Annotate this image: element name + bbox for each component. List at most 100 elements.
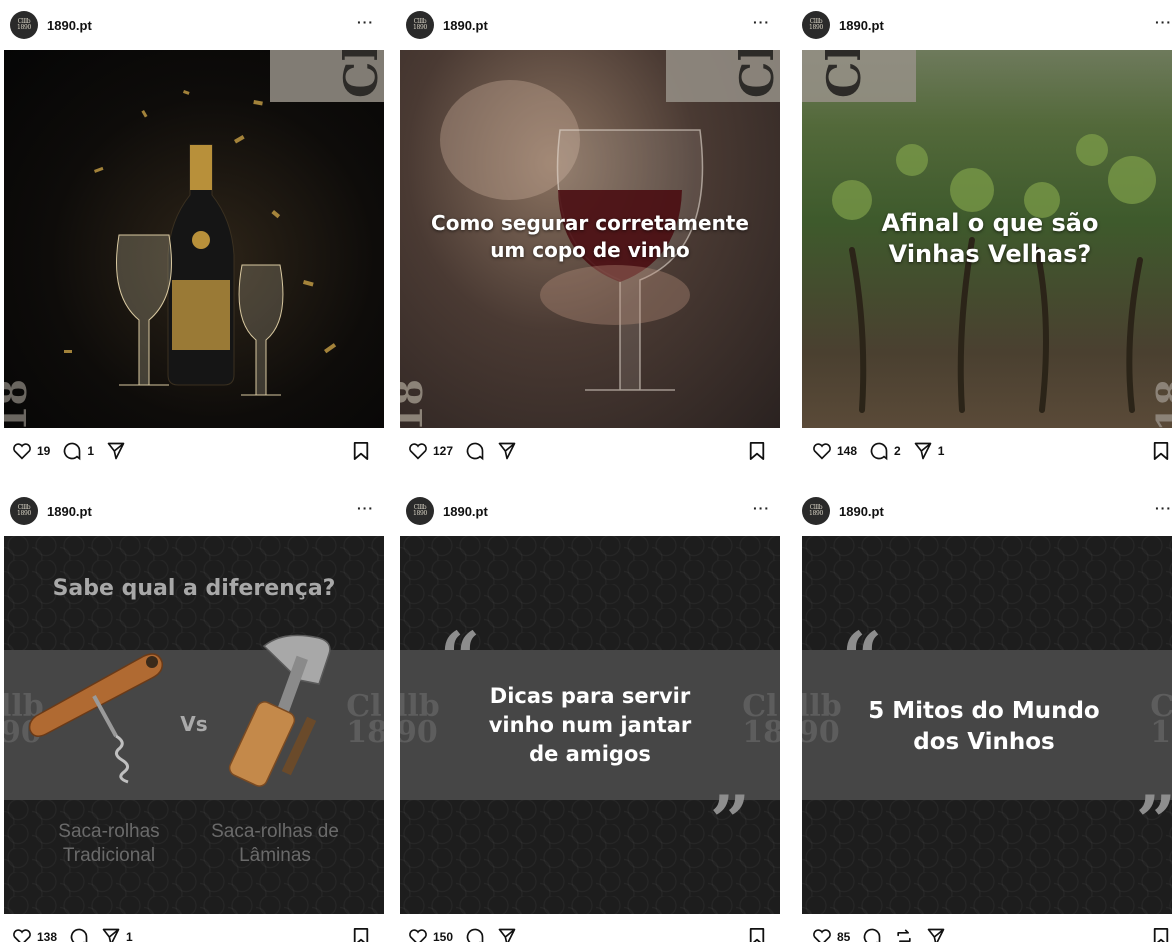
- like-count: 150: [433, 930, 454, 942]
- share-button[interactable]: [497, 441, 517, 461]
- avatar-text: 1890: [16, 510, 32, 517]
- avatar-text: 1890: [412, 510, 428, 517]
- comment-icon: [466, 928, 484, 942]
- comment-icon: [70, 928, 88, 942]
- share-button[interactable]: [106, 441, 131, 461]
- share-button[interactable]: 1: [913, 441, 945, 461]
- avatar-text: 1890: [808, 510, 824, 517]
- post-image[interactable]: Cl Afinal o que são Vinhas Velhas? 18: [802, 50, 1172, 428]
- more-options-icon[interactable]: ···: [753, 14, 770, 30]
- more-options-icon[interactable]: ···: [1155, 14, 1172, 30]
- bookmark-icon: [1153, 928, 1169, 942]
- comment-button[interactable]: 2: [869, 441, 901, 461]
- username[interactable]: 1890.pt: [47, 504, 92, 519]
- like-button[interactable]: 150: [408, 928, 453, 942]
- brand-logo: 18: [400, 379, 431, 428]
- save-button[interactable]: [1152, 441, 1170, 465]
- share-button[interactable]: 1: [101, 927, 133, 942]
- like-count: 19: [37, 444, 51, 458]
- like-button[interactable]: 138: [12, 928, 57, 942]
- username[interactable]: 1890.pt: [839, 18, 884, 33]
- send-icon: [498, 442, 516, 460]
- comment-count: 1: [87, 444, 95, 458]
- share-count: 1: [937, 444, 945, 458]
- save-button[interactable]: [1152, 927, 1170, 942]
- comment-button[interactable]: [465, 441, 485, 461]
- right-item-label: Saca-rolhas de Lâminas: [211, 821, 339, 866]
- save-button[interactable]: [748, 441, 766, 465]
- post-card: Clllb 1890 1890.pt ··· Cl Como segurar c…: [396, 0, 780, 474]
- heart-icon: [813, 929, 831, 942]
- post-image[interactable]: Cl 18: [4, 50, 384, 428]
- share-button[interactable]: [497, 927, 517, 942]
- post-image[interactable]: Sabe qual a diferença? llb 90 Cl 18 Vs S…: [4, 536, 384, 914]
- comment-button[interactable]: 1: [62, 441, 94, 461]
- bookmark-icon: [749, 928, 765, 942]
- left-item-label: Saca-rolhas Tradicional: [58, 821, 160, 866]
- logo-text: 18: [1147, 379, 1172, 428]
- logo-text: 18: [400, 379, 431, 428]
- like-count: 85: [837, 930, 851, 942]
- post-header: Clllb 1890 1890.pt ···: [396, 486, 780, 536]
- post-title: Dicas para servir vinho num jantar de am…: [488, 684, 692, 766]
- username[interactable]: 1890.pt: [443, 18, 488, 33]
- repost-button[interactable]: [894, 927, 914, 942]
- post-title: 5 Mitos do Mundo dos Vinhos: [868, 698, 1100, 755]
- more-options-icon[interactable]: ···: [753, 500, 770, 516]
- champagne-illustration: [64, 89, 337, 396]
- more-options-icon[interactable]: ···: [357, 500, 374, 516]
- save-button[interactable]: [352, 441, 370, 465]
- post-card: Clllb 1890 1890.pt ··· “ ” llb 90 Cl 18 …: [396, 486, 780, 942]
- avatar[interactable]: Clllb 1890: [10, 497, 38, 525]
- username[interactable]: 1890.pt: [47, 18, 92, 33]
- like-button[interactable]: 148: [812, 442, 857, 460]
- heart-icon: [13, 929, 31, 942]
- avatar-text: 1890: [16, 24, 32, 31]
- comment-button[interactable]: [69, 927, 89, 942]
- heart-icon: [409, 443, 427, 460]
- corkscrew-traditional-illustration: [28, 653, 164, 784]
- repost-icon: [897, 929, 912, 942]
- post-card: Clllb 1890 1890.pt ··· Cl 18 19 1: [0, 0, 384, 474]
- brand-logo: 18: [1148, 379, 1172, 428]
- like-button[interactable]: 85: [812, 928, 850, 942]
- post-actions: 150: [396, 914, 780, 942]
- more-options-icon[interactable]: ···: [1155, 500, 1172, 516]
- avatar[interactable]: Clllb 1890: [802, 11, 830, 39]
- bookmark-icon: [353, 442, 369, 460]
- post-header: Clllb 1890 1890.pt ···: [792, 486, 1172, 536]
- share-count: 1: [126, 930, 133, 942]
- username[interactable]: 1890.pt: [839, 504, 884, 519]
- post-title: Afinal o que são Vinhas Velhas?: [881, 209, 1099, 268]
- comment-button[interactable]: [862, 927, 882, 942]
- share-button[interactable]: [926, 927, 946, 942]
- comment-icon: [864, 928, 881, 942]
- more-options-icon[interactable]: ···: [357, 14, 374, 30]
- post-actions: 19 1: [0, 428, 384, 474]
- post-header: Clllb 1890 1890.pt ···: [792, 0, 1172, 50]
- comment-button[interactable]: [465, 927, 485, 942]
- post-actions: 138 1: [0, 914, 384, 942]
- post-image[interactable]: Cl Como segurar corretamente um copo de …: [400, 50, 780, 428]
- comment-count: 2: [894, 444, 901, 458]
- username[interactable]: 1890.pt: [443, 504, 488, 519]
- post-card: Clllb 1890 1890.pt ··· “ ” llb 90 Cl 18 …: [792, 486, 1172, 942]
- avatar[interactable]: Clllb 1890: [10, 11, 38, 39]
- quote-open-icon: “: [440, 616, 481, 699]
- like-button[interactable]: 127: [408, 442, 453, 460]
- bookmark-icon: [1153, 442, 1169, 460]
- avatar[interactable]: Clllb 1890: [406, 11, 434, 39]
- save-button[interactable]: [352, 927, 370, 942]
- avatar[interactable]: Clllb 1890: [406, 497, 434, 525]
- post-image[interactable]: “ ” llb 90 Cl 18 Dicas para servir vinho…: [400, 536, 780, 914]
- bookmark-icon: [749, 442, 765, 460]
- post-header: Clllb 1890 1890.pt ···: [0, 486, 384, 536]
- post-image[interactable]: “ ” llb 90 Cl 18 5 Mitos do Mundo dos Vi…: [802, 536, 1172, 914]
- save-button[interactable]: [748, 927, 766, 942]
- send-icon: [498, 928, 516, 942]
- avatar[interactable]: Clllb 1890: [802, 497, 830, 525]
- post-header: Clllb 1890 1890.pt ···: [396, 0, 780, 50]
- comment-icon: [466, 442, 484, 461]
- like-button[interactable]: 19: [12, 442, 50, 460]
- quote-open-icon: “: [842, 616, 883, 699]
